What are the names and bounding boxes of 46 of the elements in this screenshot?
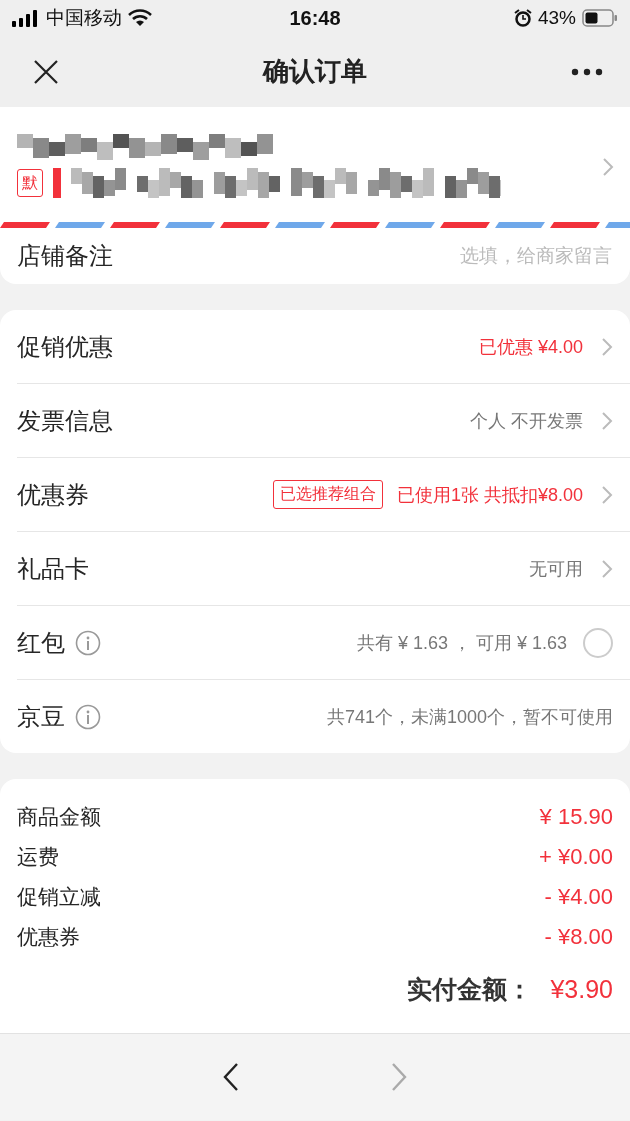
row-value: 共741个，未满1000个，暂不可使用 xyxy=(326,705,613,729)
row-label: 发票信息 xyxy=(17,405,113,436)
default-tag: 默 xyxy=(17,169,43,197)
chevron-icon xyxy=(602,157,614,177)
row-label: 促销优惠 xyxy=(17,331,113,362)
alarm-icon xyxy=(513,9,532,27)
chevron-icon xyxy=(601,410,613,431)
signal-icon xyxy=(12,9,40,27)
row-value: 个人 不开发票 xyxy=(470,409,583,433)
row-value: 无可用 xyxy=(529,557,583,581)
close-icon[interactable] xyxy=(33,58,59,85)
total-label: 实付金额： xyxy=(407,974,533,1005)
wifi-icon xyxy=(128,9,152,27)
summary-amount: - ¥4.00 xyxy=(544,884,613,910)
page-title: 确认订单 xyxy=(263,55,367,88)
summary-label: 商品金额 xyxy=(17,804,101,830)
clock-time: 16:48 xyxy=(289,6,341,30)
summary-amount: ¥ 15.90 xyxy=(539,804,613,830)
row-label: 京豆 xyxy=(17,701,65,732)
chevron-icon xyxy=(601,336,613,357)
summary-label: 促销立减 xyxy=(17,884,101,910)
pixelated-text-drawing xyxy=(53,168,61,198)
battery-percent: 43% xyxy=(537,7,576,29)
row-label: 礼品卡 xyxy=(17,553,89,584)
carrier-name: 中国移动 xyxy=(46,6,122,30)
row-value: 已使用1张 共抵扣¥8.00 xyxy=(396,483,583,507)
recommended-tag: 已选推荐组合 xyxy=(272,480,383,509)
row-label: 红包 xyxy=(17,627,65,658)
radio-button[interactable] xyxy=(583,627,613,658)
total-amount: ¥3.90 xyxy=(550,975,613,1004)
back-icon[interactable] xyxy=(222,1062,240,1092)
row-label: 店铺备注 xyxy=(17,241,113,271)
summary-label: 优惠券 xyxy=(17,924,80,950)
row-value: 已优惠 ¥4.00 xyxy=(478,335,583,359)
note-field[interactable]: 选填，给商家留言 xyxy=(312,245,612,267)
summary-amount: - ¥8.00 xyxy=(544,924,613,950)
more-icon[interactable] xyxy=(571,67,603,76)
info-icon[interactable] xyxy=(75,703,101,730)
battery-icon xyxy=(582,9,618,27)
row-label: 优惠券 xyxy=(17,479,89,510)
summary-label: 运费 xyxy=(17,844,59,870)
row-value: 共有 ¥ 1.63 ， 可用 ¥ 1.63 xyxy=(356,631,567,655)
chevron-icon xyxy=(601,558,613,579)
chevron-icon xyxy=(601,484,613,505)
info-icon[interactable] xyxy=(75,629,101,656)
summary-amount: + ¥0.00 xyxy=(539,844,613,870)
